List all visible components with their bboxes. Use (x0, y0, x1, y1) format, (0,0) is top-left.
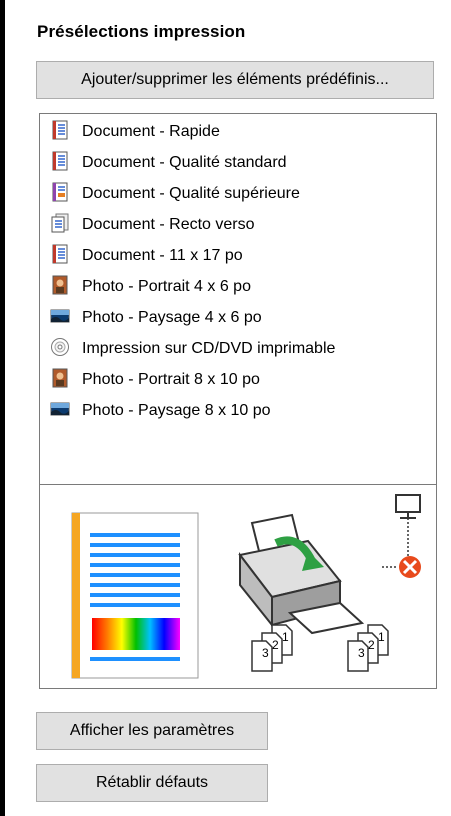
panel-title: Présélections impression (37, 22, 246, 41)
collate-label: 1 (282, 630, 289, 644)
print-presets-panel: Présélections impression Ajouter/supprim… (5, 0, 451, 816)
printer-icon (238, 513, 365, 635)
collate-icon: 1 2 3 (347, 624, 389, 672)
document-icon (50, 151, 82, 176)
document-duplex-icon (50, 213, 82, 238)
reset-defaults-button[interactable]: Rétablir défauts (36, 764, 268, 802)
document-hq-icon (50, 182, 82, 207)
collate-label: 1 (378, 630, 385, 644)
preset-label: Document - Rapide (82, 123, 220, 140)
presets-list[interactable]: Document - Rapide Document - Qualité stan… (40, 114, 436, 484)
preset-item[interactable]: Document - Recto verso (50, 211, 255, 239)
preset-item[interactable]: Photo - Portrait 8 x 10 po (50, 366, 260, 394)
document-preview-icon (71, 512, 199, 679)
preset-label: Impression sur CD/DVD imprimable (82, 340, 336, 357)
cd-icon (50, 337, 82, 362)
preset-label: Document - Recto verso (82, 216, 255, 233)
collate-label: 3 (358, 646, 365, 660)
document-icon (50, 120, 82, 145)
preset-item[interactable]: Impression sur CD/DVD imprimable (50, 335, 335, 363)
preset-label: Document - 11 x 17 po (82, 247, 243, 264)
preset-item[interactable]: Photo - Paysage 4 x 6 po (50, 304, 262, 332)
preset-label: Document - Qualité standard (82, 154, 287, 171)
add-remove-presets-button[interactable]: Ajouter/supprimer les éléments prédéfini… (36, 61, 434, 99)
photo-portrait-icon (50, 275, 82, 300)
presets-box: Document - Rapide Document - Qualité stan… (39, 113, 437, 689)
preset-label: Photo - Portrait 8 x 10 po (82, 371, 260, 388)
preset-label: Photo - Portrait 4 x 6 po (82, 278, 251, 295)
photo-portrait-icon (50, 368, 82, 393)
collate-label: 3 (262, 646, 269, 660)
photo-landscape-icon (50, 306, 82, 331)
preset-label: Photo - Paysage 8 x 10 po (82, 402, 271, 419)
preset-item[interactable]: Document - Qualité supérieure (50, 180, 300, 208)
network-status-icon (382, 494, 421, 568)
document-icon (50, 244, 82, 269)
collate-label: 2 (272, 638, 279, 652)
preset-item[interactable]: Document - 11 x 17 po (50, 242, 243, 270)
preset-label: Document - Qualité supérieure (82, 185, 300, 202)
collate-label: 2 (368, 638, 375, 652)
preset-item[interactable]: Photo - Paysage 8 x 10 po (50, 397, 271, 425)
photo-landscape-icon (50, 399, 82, 424)
preview-graphic: 1 2 3 1 2 3 (71, 494, 421, 679)
preset-item[interactable]: Photo - Portrait 4 x 6 po (50, 273, 251, 301)
preset-item[interactable]: Document - Qualité standard (50, 149, 287, 177)
print-preview-area: 1 2 3 1 2 3 (40, 485, 436, 688)
error-icon (399, 556, 421, 578)
preset-label: Photo - Paysage 4 x 6 po (82, 309, 262, 326)
collate-icon: 1 2 3 (251, 624, 293, 672)
preset-item[interactable]: Document - Rapide (50, 118, 220, 146)
show-settings-button[interactable]: Afficher les paramètres (36, 712, 268, 750)
